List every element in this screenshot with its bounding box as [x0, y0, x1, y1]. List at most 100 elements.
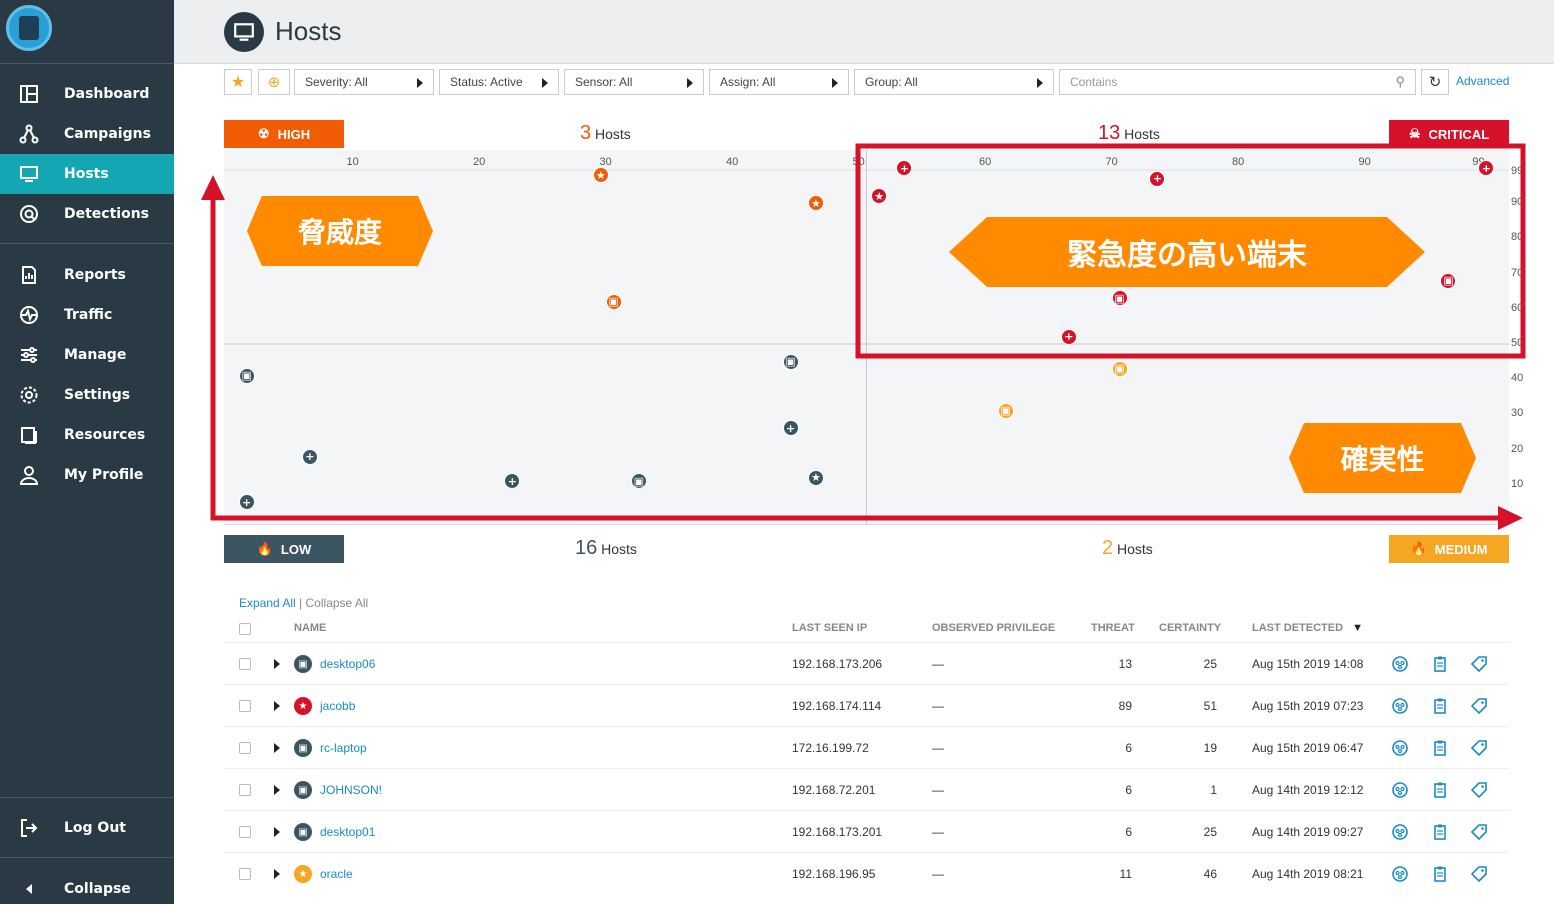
sidebar-item-hosts[interactable]: Hosts: [0, 154, 174, 194]
detections-action-icon[interactable]: [1390, 780, 1410, 800]
assign-filter[interactable]: Assign: All: [709, 69, 849, 95]
collapse-button[interactable]: Collapse: [0, 869, 174, 909]
arrow-right-icon: [1498, 506, 1523, 530]
arrow-up-icon: [201, 175, 225, 200]
tag-action-icon[interactable]: [1469, 738, 1489, 758]
clipboard-action-icon[interactable]: [1430, 738, 1450, 758]
row-checkbox[interactable]: [239, 658, 251, 670]
tag-action-icon[interactable]: [1469, 864, 1489, 884]
expand-row-icon[interactable]: [274, 743, 280, 753]
tag-action-icon[interactable]: [1469, 780, 1489, 800]
table-row[interactable]: ▣ desktop06 192.168.173.206 — 13 25 Aug 15th 2…: [224, 642, 1509, 684]
detections-action-icon[interactable]: [1390, 654, 1410, 674]
expand-collapse-controls: Expand All | Collapse All: [239, 592, 368, 611]
certainty-score: 51: [1203, 699, 1217, 713]
host-name-link[interactable]: jacobb: [320, 699, 355, 713]
observed-privilege: —: [932, 825, 944, 839]
search-input[interactable]: Contains ⚲: [1059, 69, 1416, 95]
detections-action-icon[interactable]: [1390, 696, 1410, 716]
refresh-button[interactable]: ↻: [1421, 69, 1449, 95]
sidebar-item-my-profile[interactable]: My Profile: [0, 455, 174, 495]
observed-privilege: —: [932, 657, 944, 671]
caret-right-icon: [687, 78, 693, 88]
row-checkbox[interactable]: [239, 784, 251, 796]
host-name-link[interactable]: JOHNSON!: [320, 783, 382, 797]
sidebar: Dashboard Campaigns Hosts Detections Rep…: [0, 0, 174, 904]
table-row[interactable]: ▣ rc-laptop 172.16.199.72 — 6 19 Aug 15th 2019…: [224, 726, 1509, 768]
sidebar-item-campaigns[interactable]: Campaigns: [0, 114, 174, 154]
host-name-link[interactable]: oracle: [320, 867, 353, 881]
table-row[interactable]: ▣ desktop01 192.168.173.201 — 6 25 Aug 14th 20…: [224, 810, 1509, 852]
host-name-link[interactable]: rc-laptop: [320, 741, 367, 755]
clipboard-action-icon[interactable]: [1430, 864, 1450, 884]
sidebar-item-settings[interactable]: Settings: [0, 375, 174, 415]
column-last-seen-ip[interactable]: LAST SEEN IP: [792, 622, 867, 634]
host-name-link[interactable]: desktop06: [320, 657, 375, 671]
sidebar-item-manage[interactable]: Manage: [0, 335, 174, 375]
host-name-link[interactable]: desktop01: [320, 825, 375, 839]
favorite-filter-button[interactable]: ★: [224, 69, 252, 95]
medium-count[interactable]: 2 Hosts: [1102, 537, 1153, 560]
certainty-score: 19: [1203, 741, 1217, 755]
row-checkbox[interactable]: [239, 742, 251, 754]
group-filter[interactable]: Group: All: [854, 69, 1054, 95]
clipboard-action-icon[interactable]: [1430, 696, 1450, 716]
search-placeholder: Contains: [1070, 75, 1118, 89]
select-all-checkbox[interactable]: [239, 623, 251, 635]
expand-row-icon[interactable]: [274, 869, 280, 879]
observed-privilege: —: [932, 867, 944, 881]
expand-row-icon[interactable]: [274, 785, 280, 795]
target-filter-button[interactable]: ⊕: [258, 69, 290, 95]
sidebar-item-label: Reports: [64, 267, 126, 283]
clipboard-action-icon[interactable]: [1430, 780, 1450, 800]
sidebar-item-label: My Profile: [64, 467, 144, 483]
sidebar-item-resources[interactable]: Resources: [0, 415, 174, 455]
caret-right-icon: [1037, 78, 1043, 88]
last-detected: Aug 14th 2019 09:27: [1252, 825, 1364, 839]
sidebar-item-dashboard[interactable]: Dashboard: [0, 74, 174, 114]
sidebar-item-detections[interactable]: Detections: [0, 194, 174, 234]
sidebar-divider: [0, 243, 174, 244]
detections-action-icon[interactable]: [1390, 738, 1410, 758]
column-certainty[interactable]: CERTAINTY: [1159, 622, 1221, 634]
row-checkbox[interactable]: [239, 700, 251, 712]
tag-action-icon[interactable]: [1469, 654, 1489, 674]
clipboard-action-icon[interactable]: [1430, 654, 1450, 674]
table-row[interactable]: ★ jacobb 192.168.174.114 — 89 51 Aug 15th 2019…: [224, 684, 1509, 726]
detections-action-icon[interactable]: [1390, 864, 1410, 884]
expand-row-icon[interactable]: [274, 701, 280, 711]
logout-button[interactable]: Log Out: [0, 808, 174, 848]
table-row[interactable]: ▣ JOHNSON! 192.168.72.201 — 6 1 Aug 14th 2019 …: [224, 768, 1509, 810]
severity-filter[interactable]: Severity: All: [294, 69, 434, 95]
column-threat[interactable]: THREAT: [1091, 622, 1135, 634]
advanced-link[interactable]: Advanced: [1456, 74, 1509, 88]
expand-all-link[interactable]: Expand All: [239, 596, 296, 610]
expand-row-icon[interactable]: [274, 659, 280, 669]
tag-action-icon[interactable]: [1469, 696, 1489, 716]
sidebar-item-label: Traffic: [64, 307, 113, 323]
column-name[interactable]: NAME: [294, 622, 326, 634]
clipboard-action-icon[interactable]: [1430, 822, 1450, 842]
expand-row-icon[interactable]: [274, 827, 280, 837]
column-last-detected[interactable]: LAST DETECTED ▼: [1252, 622, 1363, 634]
row-checkbox[interactable]: [239, 868, 251, 880]
sensor-filter-label: Sensor: All: [575, 75, 633, 89]
table-row[interactable]: ★ oracle 192.168.196.95 — 11 46 Aug 14th 2019 …: [224, 852, 1509, 894]
low-count-unit: Hosts: [601, 541, 637, 557]
sidebar-item-traffic[interactable]: Traffic: [0, 295, 174, 335]
row-checkbox[interactable]: [239, 826, 251, 838]
sidebar-item-label: Manage: [64, 347, 127, 363]
collapse-all-link[interactable]: Collapse All: [306, 596, 369, 610]
host-host-icon: ▣: [294, 739, 312, 757]
detections-action-icon[interactable]: [1390, 822, 1410, 842]
sidebar-item-label: Resources: [64, 427, 146, 443]
column-observed-privilege[interactable]: OBSERVED PRIVILEGE: [932, 622, 1055, 634]
observed-privilege: —: [932, 741, 944, 755]
low-count[interactable]: 16 Hosts: [575, 537, 637, 560]
tag-action-icon[interactable]: [1469, 822, 1489, 842]
threat-score: 13: [1118, 657, 1132, 671]
app-logo[interactable]: [6, 5, 52, 51]
sensor-filter[interactable]: Sensor: All: [564, 69, 704, 95]
sidebar-item-reports[interactable]: Reports: [0, 255, 174, 295]
status-filter[interactable]: Status: Active: [439, 69, 559, 95]
